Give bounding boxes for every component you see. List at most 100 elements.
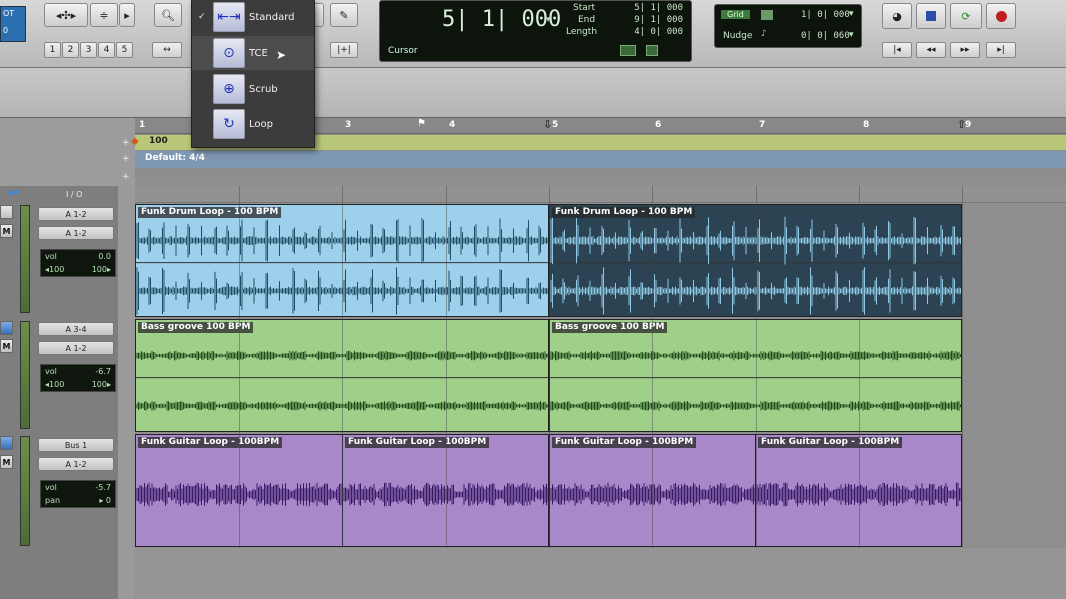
menu-item-label: Scrub [249, 83, 278, 95]
meter-add-icon[interactable]: + [122, 154, 130, 164]
grid-line [239, 186, 240, 548]
online-button[interactable]: ◕ [882, 3, 912, 29]
mute-button[interactable]: M [0, 455, 13, 469]
zoom-preset-3[interactable]: 3 [80, 42, 97, 58]
track-view-badge[interactable]: OT 0 [0, 6, 26, 42]
midi-in-icon[interactable] [620, 45, 636, 56]
magnifier-icon: 🔍︎ [161, 8, 175, 22]
track-view-icon[interactable]: ◆▾ [8, 188, 19, 198]
counter-dropdown-icon[interactable]: ▾ [546, 15, 551, 25]
spot-mode-button[interactable]: ▸ [119, 3, 135, 27]
input-selector[interactable]: Bus 1 [38, 438, 114, 452]
tempo-add-icon[interactable]: + [122, 138, 130, 148]
main-counter[interactable]: 5| 1| 000 ▾ Cursor Start End Length 5| 1… [379, 0, 692, 62]
grid-value[interactable]: 1| 0| 000 [801, 10, 850, 20]
menu-item-label: Standard [249, 11, 295, 23]
record-button[interactable] [986, 3, 1016, 29]
rewind-button[interactable]: ◂◂ [916, 42, 946, 58]
io-header: I / O [66, 190, 83, 199]
zoom-preset-4[interactable]: 4 [98, 42, 115, 58]
ruler-names-column: + + + [0, 118, 135, 186]
input-selector[interactable]: A 1-2 [38, 207, 114, 221]
zoom-tool-button[interactable]: 🔍︎ [154, 3, 182, 27]
pan-left-value: ◂100 [45, 265, 65, 274]
start-value[interactable]: 5| 1| 000 [634, 3, 683, 13]
selection-end-icon[interactable]: ⇧ [957, 118, 966, 131]
shuffle-mode-button[interactable]: ◂✣▸ [44, 3, 88, 27]
return-to-zero-button[interactable]: |◂ [882, 42, 912, 58]
meter-value: Default: 4/4 [145, 153, 205, 163]
nudge-dropdown-icon[interactable]: ▾ [849, 30, 854, 40]
bar-number: 3 [345, 120, 352, 130]
grid-label[interactable]: Grid [721, 10, 750, 19]
length-value[interactable]: 4| 0| 000 [634, 27, 683, 37]
volume-pan-readout[interactable]: vol 0.0 ◂100 100▸ [40, 249, 116, 277]
rewind-icon: ◂◂ [926, 45, 936, 55]
end-label: End [578, 15, 596, 25]
grid-dropdown-icon[interactable]: ▾ [849, 9, 854, 19]
nudge-value[interactable]: 0| 0| 060 [801, 31, 850, 41]
check-icon: ✓ [198, 12, 206, 22]
badge-label: OT [3, 9, 15, 18]
clip-name: Funk Drum Loop - 100 BPM [138, 207, 282, 218]
record-enable-button[interactable] [0, 205, 13, 219]
clip-name: Bass groove 100 BPM [138, 322, 254, 333]
grid-line [962, 186, 963, 548]
rtz-icon: |◂ [893, 45, 901, 55]
link-icon: |+| [337, 45, 351, 55]
main-counter-value: 5| 1| 000 [442, 7, 562, 32]
loop-trim-icon: ↻ [213, 109, 245, 139]
output-selector[interactable]: A 1-2 [38, 226, 114, 240]
grid-mode-icon[interactable] [761, 10, 773, 20]
grid-line [342, 186, 343, 548]
length-label: Length [566, 27, 598, 37]
empty-track-area[interactable] [135, 548, 1066, 599]
grid-line [446, 186, 447, 548]
record-icon [995, 10, 1007, 22]
menu-item-tce[interactable]: ⊙ TCE ➤ [192, 36, 314, 70]
track-area-header [135, 186, 1066, 203]
end-value[interactable]: 9| 1| 000 [634, 15, 683, 25]
mute-button[interactable]: M [0, 339, 13, 353]
tempo-marker-icon[interactable]: ◆ [131, 136, 139, 147]
midi-out-icon[interactable] [646, 45, 658, 56]
menu-item-label: TCE [249, 47, 268, 59]
output-selector[interactable]: A 1-2 [38, 341, 114, 355]
start-label: Start [573, 3, 595, 13]
menu-item-scrub[interactable]: ⊕ Scrub [192, 72, 314, 106]
pencil-icon: ✎ [339, 8, 349, 22]
menu-item-loop[interactable]: ↻ Loop [192, 107, 314, 141]
input-selector[interactable]: A 3-4 [38, 322, 114, 336]
record-enable-button[interactable] [0, 436, 13, 450]
meter-ruler[interactable]: Default: 4/4 [135, 151, 1066, 168]
trim-tool-menu: ✓ ⇤⇥ Standard ⊙ TCE ➤ ⊕ Scrub ↻ Loop [191, 0, 315, 148]
clip-name: Funk Guitar Loop - 100BPM [552, 437, 697, 448]
bar-number: 5 [552, 120, 559, 130]
slip-mode-button[interactable]: ≑ [90, 3, 118, 27]
track-level-meter [20, 205, 30, 313]
fast-forward-button[interactable]: ▸▸ [950, 42, 980, 58]
markers-ruler[interactable] [135, 169, 1066, 186]
volume-pan-readout[interactable]: vol -6.7 ◂100 100▸ [40, 364, 116, 392]
tab-to-transient-button[interactable]: ↔ [152, 42, 182, 58]
pencil-tool-button[interactable]: ✎ [330, 3, 358, 27]
record-enable-button[interactable] [0, 321, 13, 335]
volume-pan-readout[interactable]: vol -5.7 pan ▸ 0 [40, 480, 116, 508]
grid-line [756, 186, 757, 548]
link-timeline-button[interactable]: |+| [330, 42, 358, 58]
selection-start-icon[interactable]: ⇩ [543, 118, 552, 131]
zoom-preset-2[interactable]: 2 [62, 42, 79, 58]
fast-forward-icon: ▸▸ [960, 45, 970, 55]
play-button[interactable]: ⟳ [950, 3, 982, 29]
mute-button[interactable]: M [0, 224, 13, 238]
go-to-end-button[interactable]: ▸| [986, 42, 1016, 58]
bar-number: 7 [759, 120, 766, 130]
menu-item-standard[interactable]: ✓ ⇤⇥ Standard [192, 0, 314, 34]
marker-add-icon[interactable]: + [122, 172, 130, 182]
pan-right-value: 100▸ [91, 380, 111, 389]
zoom-preset-1[interactable]: 1 [44, 42, 61, 58]
tempo-value: 100 [149, 136, 168, 146]
stop-button[interactable] [916, 3, 946, 29]
zoom-preset-5[interactable]: 5 [116, 42, 133, 58]
output-selector[interactable]: A 1-2 [38, 457, 114, 471]
